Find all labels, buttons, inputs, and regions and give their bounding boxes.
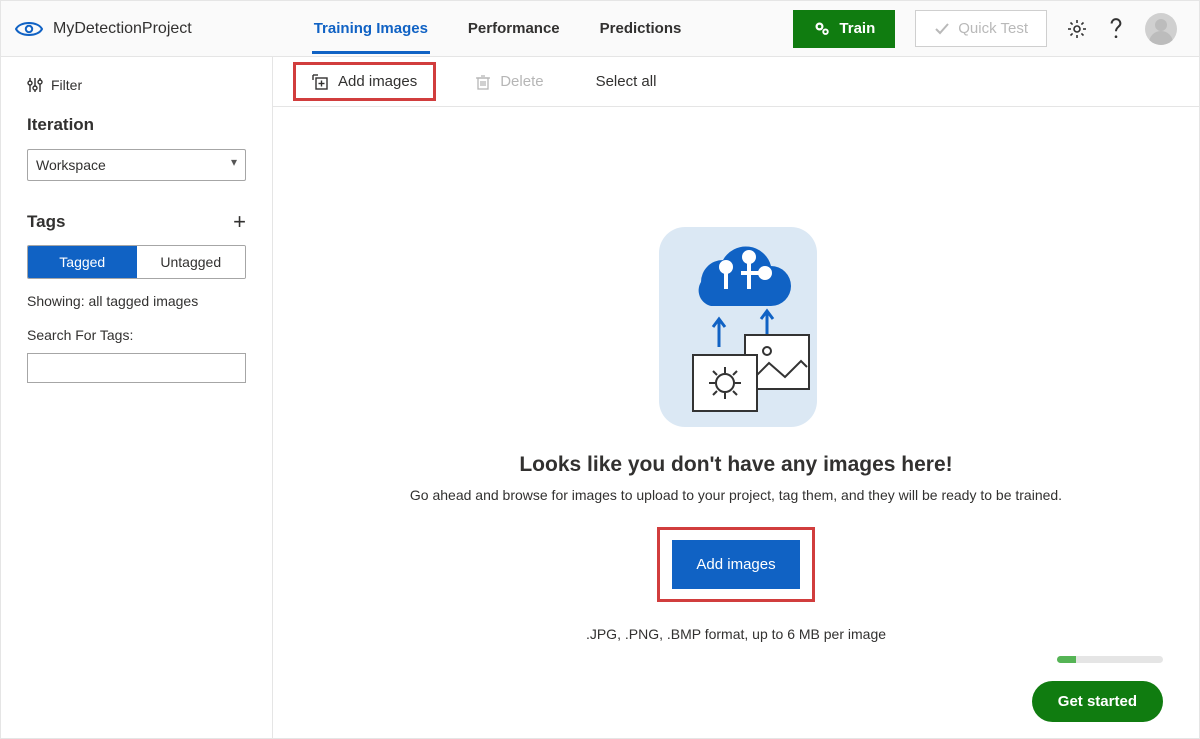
quick-test-label: Quick Test — [958, 20, 1028, 37]
tab-performance[interactable]: Performance — [466, 3, 562, 54]
add-images-tool[interactable]: Add images — [293, 62, 436, 101]
main-tabs: Training Images Performance Predictions — [312, 3, 684, 54]
iteration-select[interactable]: Workspace — [27, 149, 246, 181]
add-images-highlight: Add images — [657, 527, 814, 602]
search-tags-input[interactable] — [27, 353, 246, 383]
train-button[interactable]: Train — [793, 10, 895, 48]
gears-icon — [813, 20, 831, 38]
eye-logo-icon — [15, 20, 43, 38]
onboarding-progress — [1057, 656, 1163, 663]
get-started-button[interactable]: Get started — [1032, 681, 1163, 722]
sidebar: Filter Iteration Workspace Tags + Tagged… — [1, 57, 273, 738]
add-tag-icon[interactable]: + — [233, 211, 246, 233]
image-toolbar: Add images Delete Select all — [273, 57, 1199, 107]
add-images-tool-label: Add images — [338, 73, 417, 90]
project-title: MyDetectionProject — [53, 20, 192, 38]
delete-tool-label: Delete — [500, 73, 543, 90]
empty-description: Go ahead and browse for images to upload… — [410, 487, 1062, 503]
iteration-value: Workspace — [36, 157, 106, 173]
search-tags-label: Search For Tags: — [27, 327, 246, 343]
showing-label: Showing: all tagged images — [27, 293, 246, 309]
main-content: Add images Delete Select all — [273, 57, 1199, 738]
format-hint: .JPG, .PNG, .BMP format, up to 6 MB per … — [586, 626, 886, 642]
tags-heading-row: Tags + — [27, 211, 246, 233]
select-all-tool[interactable]: Select all — [584, 67, 669, 96]
brand: MyDetectionProject — [15, 20, 192, 38]
trash-icon — [476, 74, 490, 90]
tags-heading: Tags — [27, 212, 65, 232]
quick-test-button: Quick Test — [915, 10, 1047, 47]
tag-filter-toggle: Tagged Untagged — [27, 245, 246, 279]
sliders-icon — [27, 77, 43, 93]
untagged-toggle[interactable]: Untagged — [137, 246, 246, 278]
bottom-right-area: Get started — [1032, 656, 1163, 722]
app-body: Filter Iteration Workspace Tags + Tagged… — [1, 57, 1199, 738]
empty-title: Looks like you don't have any images her… — [519, 453, 952, 477]
add-images-button[interactable]: Add images — [672, 540, 799, 589]
tab-training-images[interactable]: Training Images — [312, 3, 430, 54]
onboarding-progress-fill — [1057, 656, 1076, 663]
filter-toggle[interactable]: Filter — [27, 77, 246, 93]
user-avatar[interactable] — [1145, 13, 1177, 45]
empty-state: Looks like you don't have any images her… — [273, 107, 1199, 642]
app-header: MyDetectionProject Training Images Perfo… — [1, 1, 1199, 57]
filter-label: Filter — [51, 77, 82, 93]
delete-tool: Delete — [464, 67, 555, 96]
add-image-icon — [312, 74, 328, 90]
tagged-toggle[interactable]: Tagged — [28, 246, 137, 278]
tab-predictions[interactable]: Predictions — [598, 3, 684, 54]
header-actions: Train Quick Test — [793, 10, 1177, 48]
iteration-heading: Iteration — [27, 115, 246, 135]
help-icon[interactable] — [1107, 18, 1125, 40]
gear-icon[interactable] — [1067, 19, 1087, 39]
train-button-label: Train — [839, 20, 875, 37]
empty-illustration-icon — [641, 227, 831, 427]
select-all-label: Select all — [596, 73, 657, 90]
check-icon — [934, 21, 950, 37]
